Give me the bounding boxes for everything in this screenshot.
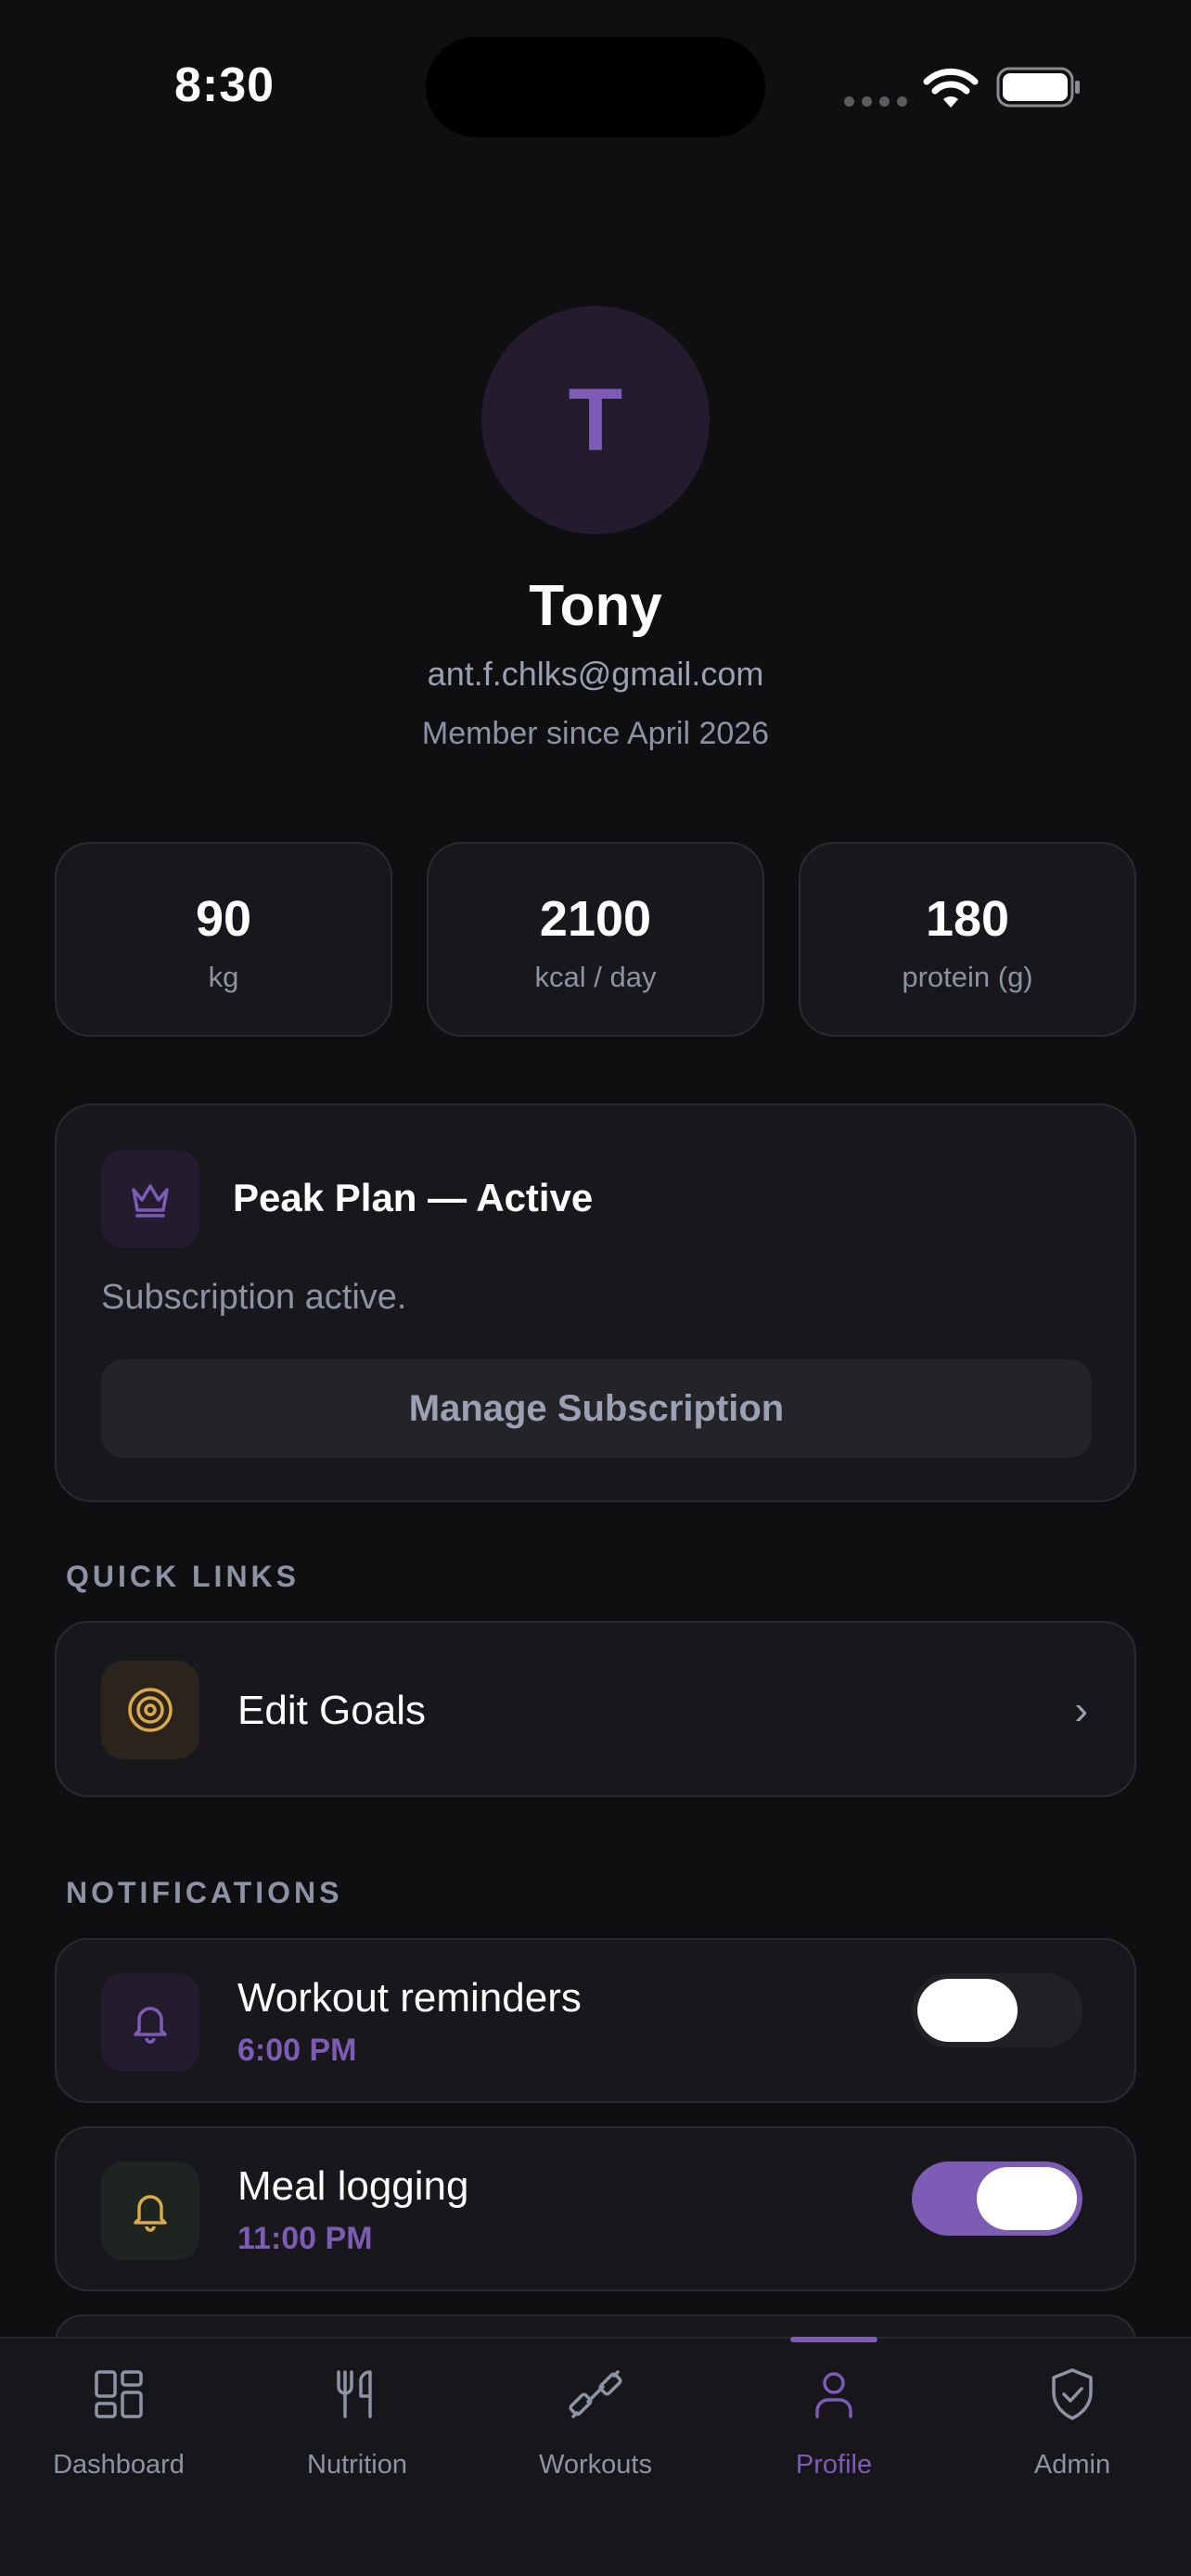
workout-reminders-toggle[interactable] bbox=[912, 1973, 1082, 2047]
meal-logging-title: Meal logging bbox=[237, 2163, 469, 2209]
stat-label: kcal / day bbox=[534, 961, 657, 993]
utensils-icon bbox=[337, 2370, 372, 2418]
bottom-tab-bar: Dashboard Nutrition Workouts Profile Adm… bbox=[0, 2337, 1191, 2576]
quick-links-heading: QUICK LINKS bbox=[66, 1560, 300, 1593]
workout-reminders-time[interactable]: 6:00 PM bbox=[237, 2033, 357, 2069]
meal-logging-toggle[interactable] bbox=[912, 2162, 1082, 2236]
wifi-icon bbox=[923, 68, 979, 108]
profile-email: ant.f.chlks@gmail.com bbox=[427, 655, 764, 693]
battery-icon bbox=[996, 67, 1080, 108]
bell-icon-box bbox=[101, 2162, 199, 2260]
tab-profile[interactable]: Profile bbox=[715, 2339, 953, 2487]
tab-label: Workouts bbox=[539, 2450, 652, 2480]
edit-goals-link[interactable]: Edit Goals › bbox=[55, 1621, 1136, 1797]
target-icon bbox=[128, 1688, 173, 1732]
stat-label: kg bbox=[208, 961, 239, 993]
meal-logging-row: Meal logging 11:00 PM bbox=[55, 2126, 1136, 2291]
plan-title: Peak Plan — Active bbox=[233, 1176, 594, 1219]
tab-label: Nutrition bbox=[307, 2450, 407, 2480]
shield-check-icon bbox=[1052, 2368, 1093, 2420]
tab-nutrition[interactable]: Nutrition bbox=[238, 2339, 476, 2487]
tab-label: Admin bbox=[1033, 2450, 1111, 2480]
toggle-knob bbox=[977, 2167, 1077, 2230]
crown-icon-box bbox=[101, 1150, 199, 1248]
bell-icon bbox=[134, 2195, 167, 2232]
avatar-initial: T bbox=[568, 370, 623, 469]
crown-icon bbox=[132, 1184, 169, 1218]
tab-workouts[interactable]: Workouts bbox=[477, 2339, 714, 2487]
dashboard-icon bbox=[95, 2370, 143, 2418]
stat-card-weight: 90 kg bbox=[55, 842, 392, 1037]
bell-icon-box bbox=[101, 1973, 199, 2072]
stat-value: 2100 bbox=[539, 891, 652, 947]
status-bar: 8:30 bbox=[0, 0, 1191, 176]
edit-goals-label: Edit Goals bbox=[237, 1688, 426, 1733]
bell-icon bbox=[134, 2007, 167, 2044]
stat-value: 180 bbox=[925, 891, 1010, 947]
stat-label: protein (g) bbox=[902, 961, 1033, 993]
subscription-card: Peak Plan — Active Subscription active. … bbox=[55, 1103, 1136, 1502]
workout-reminders-title: Workout reminders bbox=[237, 1975, 582, 2021]
tab-label: Profile bbox=[795, 2450, 873, 2480]
target-icon-box bbox=[101, 1661, 199, 1759]
avatar[interactable]: T bbox=[481, 306, 710, 534]
user-icon bbox=[815, 2372, 852, 2418]
notifications-heading: NOTIFICATIONS bbox=[66, 1876, 343, 1909]
toggle-knob bbox=[917, 1979, 1018, 2042]
cellular-signal-icon bbox=[844, 96, 907, 107]
manage-subscription-button[interactable]: Manage Subscription bbox=[101, 1359, 1092, 1458]
tab-label: Dashboard bbox=[53, 2450, 185, 2480]
plan-status-text: Subscription active. bbox=[101, 1278, 407, 1317]
status-time: 8:30 bbox=[174, 58, 275, 112]
member-since: Member since April 2026 bbox=[421, 716, 770, 751]
workout-reminders-row: Workout reminders 6:00 PM bbox=[55, 1938, 1136, 2103]
stat-card-calories: 2100 kcal / day bbox=[427, 842, 764, 1037]
stat-value: 90 bbox=[195, 891, 252, 947]
profile-name: Tony bbox=[529, 574, 662, 638]
chevron-right-icon: › bbox=[1074, 1688, 1088, 1733]
stat-card-protein: 180 protein (g) bbox=[799, 842, 1136, 1037]
dynamic-island bbox=[426, 37, 765, 137]
tab-admin[interactable]: Admin bbox=[954, 2339, 1191, 2487]
dumbbell-icon bbox=[569, 2370, 622, 2418]
tab-dashboard[interactable]: Dashboard bbox=[0, 2339, 237, 2487]
meal-logging-time[interactable]: 11:00 PM bbox=[237, 2221, 373, 2257]
